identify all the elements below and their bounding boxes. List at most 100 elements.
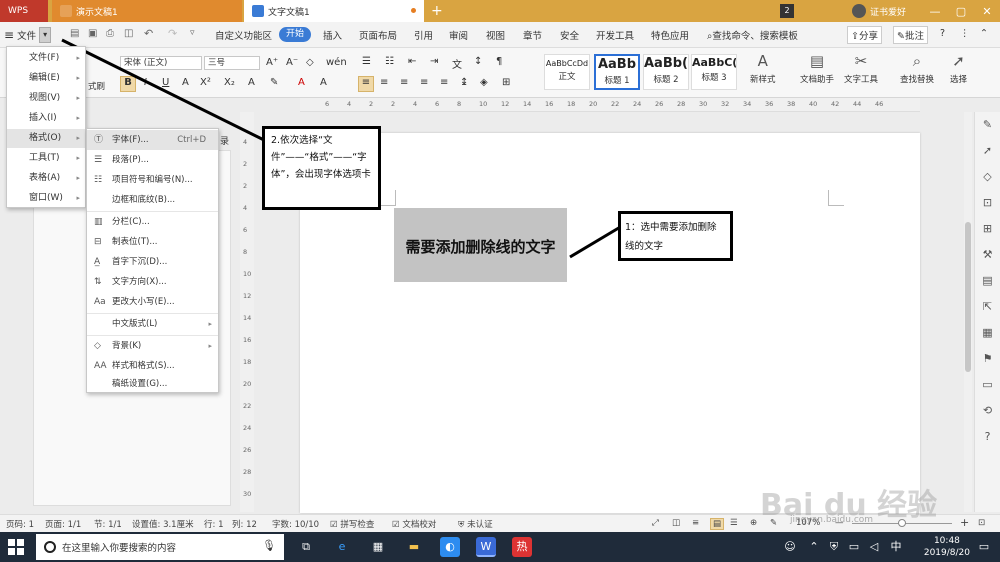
format-item-borders[interactable]: 边框和底纹(B)... (87, 190, 218, 210)
format-item-manuscript[interactable]: 稿纸设置(G)... (87, 374, 218, 394)
tray-expand-icon[interactable]: ⌃ (804, 537, 824, 557)
history-icon[interactable]: ⟲ (975, 398, 1000, 424)
notification-center-icon[interactable]: ▭ (974, 537, 994, 557)
menu-item-label: 编辑(E) (29, 73, 60, 83)
wps-writer-icon[interactable]: W (476, 537, 496, 557)
status-setting-value[interactable]: 设置值: 3.1厘米 (132, 518, 194, 530)
reading-mode-icon[interactable]: ◫ (672, 518, 680, 528)
page-view-icon[interactable]: ≡ (692, 518, 699, 528)
fullscreen-icon[interactable]: ⤢ (652, 518, 659, 528)
submenu-arrow-icon: ▸ (76, 154, 80, 162)
screen-icon[interactable]: ▭ (975, 372, 1000, 398)
font-icon: Ⓣ (94, 135, 104, 145)
status-row[interactable]: 行: 1 (204, 518, 223, 530)
document-icon[interactable]: ▤ (975, 268, 1000, 294)
file-menu-item-window[interactable]: 窗口(W) ▸ (7, 189, 85, 208)
people-icon[interactable]: ☺ (780, 537, 800, 557)
status-page-number[interactable]: 页码: 1 (6, 518, 34, 530)
paragraph-icon: ☰ (94, 155, 103, 165)
format-item-bullets[interactable]: ☷ 项目符号和编号(N)... (87, 170, 218, 190)
submenu-arrow-icon: ▸ (76, 114, 80, 122)
format-item-background[interactable]: ◇ 背景(K) ▸ (87, 336, 218, 356)
security-tray-icon[interactable]: ⛨ (824, 537, 844, 557)
proofread-label: 文档校对 (402, 520, 437, 530)
cortana-icon (44, 541, 56, 553)
file-menu-item-tools[interactable]: 工具(T) ▸ (7, 149, 85, 168)
status-word-count[interactable]: 字数: 10/10 (272, 518, 319, 530)
format-item-text-direction[interactable]: ⇅ 文字方向(X)... (87, 272, 218, 292)
submenu-arrow-icon: ▸ (208, 320, 212, 328)
status-section[interactable]: 节: 1/1 (94, 518, 122, 530)
format-submenu: Ⓣ 字体(F)... Ctrl+D ☰ 段落(P)... ☷ 项目符号和编号(N… (86, 128, 219, 393)
format-item-chinese-layout[interactable]: 中文版式(L) ▸ (87, 314, 218, 334)
export-icon[interactable]: ⇱ (975, 294, 1000, 320)
menu-item-label: 中文版式(L) (112, 319, 158, 329)
zoom-in-icon[interactable]: + (960, 516, 969, 529)
auth-status[interactable]: ⛨ 未认证 (458, 518, 493, 530)
file-explorer-icon[interactable]: ▬ (404, 537, 424, 557)
format-item-drop-cap[interactable]: A̲ 首字下沉(D)... (87, 252, 218, 272)
vertical-scrollbar[interactable] (964, 112, 972, 512)
crop-icon[interactable]: ⊡ (975, 190, 1000, 216)
file-menu-item-table[interactable]: 表格(A) ▸ (7, 169, 85, 188)
shapes-icon[interactable]: ◇ (975, 164, 1000, 190)
web-view-icon[interactable]: ⊕ (750, 518, 757, 528)
menu-item-label: 插入(I) (29, 113, 57, 123)
browser-app-icon[interactable]: ◐ (440, 537, 460, 557)
edit-icon[interactable]: ✎ (975, 112, 1000, 138)
format-item-font[interactable]: Ⓣ 字体(F)... Ctrl+D (87, 130, 218, 150)
format-item-columns[interactable]: ▥ 分栏(C)... (87, 212, 218, 232)
layers-icon[interactable]: ▦ (975, 320, 1000, 346)
volume-icon[interactable]: ◁ (864, 537, 884, 557)
submenu-arrow-icon: ▸ (76, 134, 80, 142)
menu-item-label: 窗口(W) (29, 193, 63, 203)
fit-page-icon[interactable]: ⊡ (978, 518, 985, 528)
menu-item-label: 背景(K) (112, 341, 142, 351)
tools-icon[interactable]: ⚒ (975, 242, 1000, 268)
taskbar-clock[interactable]: 10:48 2019/8/20 (924, 535, 970, 559)
calculator-icon[interactable]: ▦ (368, 537, 388, 557)
menu-item-label: 项目符号和编号(N)... (112, 175, 193, 185)
callout-step-1: 1：选中需要添加删除线的文字 (618, 211, 733, 261)
submenu-arrow-icon: ▸ (76, 194, 80, 202)
tab-stop-icon: ⊟ (94, 237, 102, 247)
pointer-icon[interactable]: ➚ (975, 138, 1000, 164)
outline-view-icon[interactable]: ☰ (730, 518, 738, 528)
proofread-button[interactable]: ☑ 文档校对 (392, 518, 436, 530)
clock-date: 2019/8/20 (923, 548, 970, 558)
shield-icon: ⛨ (458, 520, 465, 530)
scrollbar-thumb[interactable] (965, 222, 971, 372)
menu-item-label: 稿纸设置(G)... (112, 379, 168, 389)
table-icon[interactable]: ⊞ (975, 216, 1000, 242)
ime-indicator[interactable]: 中 (886, 537, 906, 557)
shortcut-label: Ctrl+D (177, 135, 206, 145)
file-menu-item-file[interactable]: 文件(F) ▸ (7, 49, 85, 68)
print-layout-button[interactable]: ▤ (710, 518, 724, 530)
spell-check-button[interactable]: ☑ 拼写检查 (330, 518, 374, 530)
format-item-styles[interactable]: AA 样式和格式(S)... (87, 356, 218, 376)
news-app-icon[interactable]: 热 (512, 537, 532, 557)
format-item-paragraph[interactable]: ☰ 段落(P)... (87, 150, 218, 170)
network-icon[interactable]: ▭ (844, 537, 864, 557)
file-menu-item-edit[interactable]: 编辑(E) ▸ (7, 69, 85, 88)
format-item-change-case[interactable]: Aa 更改大小写(E)... (87, 292, 218, 312)
taskbar-search-box[interactable]: 在这里输入你要搜索的内容 🎙 (36, 534, 284, 560)
submenu-arrow-icon: ▸ (76, 54, 80, 62)
status-column[interactable]: 列: 12 (232, 518, 257, 530)
help-icon[interactable]: ? (975, 424, 1000, 450)
bookmark-icon[interactable]: ⚑ (975, 346, 1000, 372)
edge-browser-icon[interactable]: e (332, 537, 352, 557)
file-menu-item-insert[interactable]: 插入(I) ▸ (7, 109, 85, 128)
microphone-icon[interactable]: 🎙 (262, 539, 276, 552)
status-pages[interactable]: 页面: 1/1 (45, 518, 81, 530)
columns-icon: ▥ (94, 217, 103, 227)
format-item-tab-stops[interactable]: ⊟ 制表位(T)... (87, 232, 218, 252)
file-menu-item-view[interactable]: 视图(V) ▸ (7, 89, 85, 108)
file-menu-item-format[interactable]: 格式(O) ▸ (7, 129, 85, 148)
submenu-arrow-icon: ▸ (208, 342, 212, 350)
windows-start-icon[interactable] (8, 539, 24, 555)
menu-item-label: 字体(F)... (112, 135, 149, 145)
arrow-step1 (569, 224, 623, 259)
task-view-icon[interactable]: ⧉ (296, 537, 316, 557)
menu-item-label: 文件(F) (29, 53, 60, 63)
